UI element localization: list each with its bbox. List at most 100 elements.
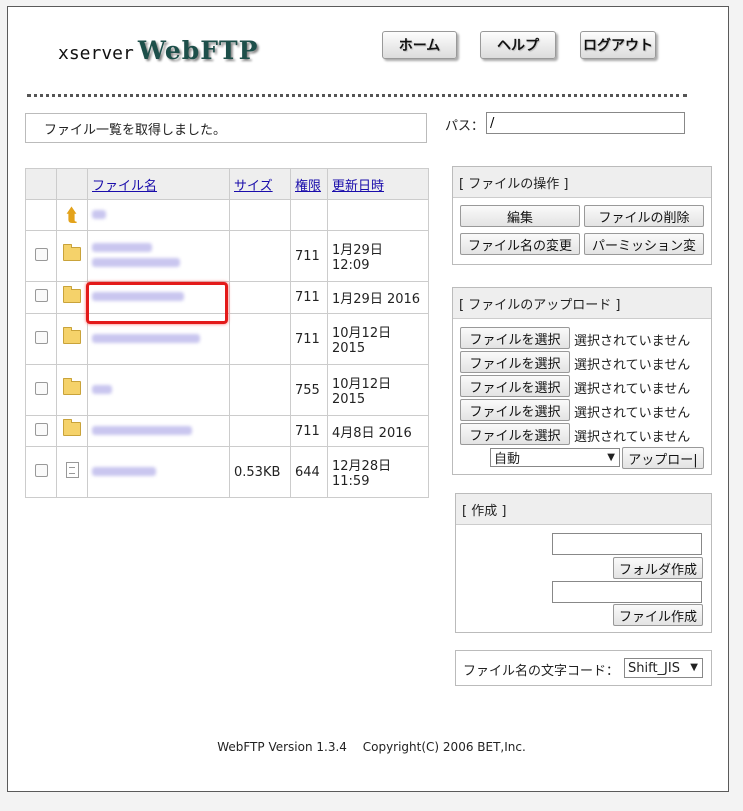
edit-button[interactable]: 編集 — [460, 205, 580, 227]
table-row[interactable]: 0.53KB 644 12月28日 11:59 — [25, 446, 429, 498]
transfer-mode-value: 自動 — [494, 452, 521, 467]
table-header-row: ファイル名 サイズ 権限 更新日時 — [25, 168, 429, 200]
delete-file-button[interactable]: ファイルの削除 — [584, 205, 704, 227]
file-ops-panel: [ ファイルの操作 ] 編集 ファイルの削除 ファイル名の変更 パーミッション変 — [452, 166, 712, 265]
no-file-label-4: 選択されていません — [574, 406, 691, 421]
file-perm: 711 — [290, 313, 328, 365]
checkbox-column-header — [25, 168, 57, 200]
file-icon[interactable] — [65, 462, 79, 478]
create-file-button[interactable]: ファイル作成 — [613, 604, 703, 626]
row-checkbox[interactable] — [34, 289, 48, 302]
path-input[interactable] — [486, 112, 685, 134]
rename-button[interactable]: ファイル名の変更 — [460, 233, 580, 255]
choose-file-button-1[interactable]: ファイルを選択 — [460, 327, 570, 349]
upload-panel: [ ファイルのアップロード ] ファイルを選択 選択されていません ファイルを選… — [452, 287, 712, 475]
file-year: 2015 — [332, 392, 366, 407]
file-table: ファイル名 サイズ 権限 更新日時 ⮬ 711 1月29日 12:09 711 1… — [25, 168, 429, 498]
chevron-down-icon: ▼ — [690, 662, 698, 673]
create-title: [ 作成 ] — [456, 494, 711, 525]
table-row[interactable]: 711 4月8日 2016 — [25, 415, 429, 447]
permission-button[interactable]: パーミッション変 — [584, 233, 704, 255]
transfer-mode-select[interactable]: 自動 ▼ — [490, 448, 620, 467]
file-size — [229, 313, 291, 365]
create-folder-button[interactable]: フォルダ作成 — [613, 557, 703, 579]
file-size: 0.53KB — [229, 446, 291, 498]
row-checkbox[interactable] — [34, 422, 48, 436]
parent-folder-icon[interactable]: ⮬ — [67, 205, 78, 226]
footer-copyright: WebFTP Version 1.3.4 Copyright(C) 2006 B… — [217, 740, 526, 754]
file-date: 10月12日 — [332, 377, 392, 392]
row-checkbox[interactable] — [34, 381, 48, 395]
file-perm: 711 — [290, 230, 328, 282]
file-size — [229, 364, 291, 416]
home-button[interactable]: ホーム — [382, 31, 457, 59]
file-perm: 755 — [290, 364, 328, 416]
upload-title: [ ファイルのアップロード ] — [453, 288, 711, 319]
logo-product: WebFTP — [137, 36, 259, 65]
folder-icon[interactable] — [63, 419, 81, 436]
sort-by-date-link[interactable]: 更新日時 — [332, 179, 384, 194]
table-row-parent[interactable]: ⮬ — [25, 199, 429, 231]
table-row[interactable]: 711 1月29日 12:09 — [25, 230, 429, 282]
create-panel: [ 作成 ] フォルダ作成 ファイル作成 — [455, 493, 712, 633]
folder-icon[interactable] — [63, 244, 81, 261]
logo-brand: xserver — [58, 43, 134, 64]
encoding-value: Shift_JIS — [628, 660, 680, 676]
folder-icon[interactable] — [63, 285, 81, 303]
file-date: 10月12日 — [332, 326, 392, 341]
size-column-header[interactable]: サイズ — [229, 168, 291, 200]
encoding-select[interactable]: Shift_JIS ▼ — [624, 658, 703, 678]
folder-name-input[interactable] — [552, 533, 702, 555]
row-checkbox[interactable] — [34, 330, 48, 344]
file-date: 1月29日 — [332, 243, 383, 258]
file-date: 12月28日 — [332, 459, 392, 474]
file-date: 1月29日 2016 — [332, 292, 421, 307]
blurred-name — [92, 425, 192, 435]
file-ops-title: [ ファイルの操作 ] — [453, 167, 711, 198]
sort-by-name-link[interactable]: ファイル名 — [92, 179, 157, 194]
no-file-label-1: 選択されていません — [574, 334, 691, 349]
name-column-header[interactable]: ファイル名 — [87, 168, 230, 200]
file-time: 11:59 — [332, 474, 370, 489]
sort-by-perm-link[interactable]: 権限 — [295, 179, 321, 194]
choose-file-button-5[interactable]: ファイルを選択 — [460, 423, 570, 445]
choose-file-button-2[interactable]: ファイルを選択 — [460, 351, 570, 373]
folder-icon[interactable] — [63, 327, 81, 344]
blurred-name — [92, 258, 180, 267]
status-message: ファイル一覧を取得しました。 — [25, 113, 427, 143]
icon-column-header — [56, 168, 88, 200]
blurred-name — [92, 333, 200, 343]
help-button[interactable]: ヘルプ — [480, 31, 556, 59]
date-column-header[interactable]: 更新日時 — [327, 168, 429, 200]
logout-button[interactable]: ログアウト — [580, 31, 656, 59]
table-row[interactable]: 755 10月12日 2015 — [25, 364, 429, 416]
file-perm: 644 — [290, 446, 328, 498]
perm-column-header[interactable]: 権限 — [290, 168, 328, 200]
no-file-label-2: 選択されていません — [574, 358, 691, 373]
upload-button[interactable]: アップロー| — [622, 447, 704, 469]
highlight-box — [86, 282, 228, 324]
file-name-input[interactable] — [552, 581, 702, 603]
blurred-name — [92, 209, 106, 219]
encoding-label: ファイル名の文字コード： — [463, 664, 620, 679]
blurred-name — [92, 384, 112, 394]
file-year: 2015 — [332, 341, 366, 356]
file-size — [229, 230, 291, 282]
file-size — [229, 415, 291, 447]
sort-by-size-link[interactable]: サイズ — [234, 179, 273, 194]
row-checkbox[interactable] — [34, 247, 48, 261]
header-divider — [27, 94, 687, 97]
file-time: 12:09 — [332, 258, 370, 273]
logo: xserver WebFTP — [58, 36, 258, 65]
path-label: パス： — [445, 119, 485, 134]
encoding-panel: ファイル名の文字コード： Shift_JIS ▼ — [455, 650, 712, 686]
choose-file-button-4[interactable]: ファイルを選択 — [460, 399, 570, 421]
file-size — [229, 281, 291, 314]
file-date: 4月8日 2016 — [332, 425, 412, 441]
chevron-down-icon: ▼ — [607, 452, 615, 463]
row-checkbox[interactable] — [34, 463, 48, 477]
folder-icon[interactable] — [63, 378, 81, 395]
choose-file-button-3[interactable]: ファイルを選択 — [460, 375, 570, 397]
file-perm: 711 — [290, 415, 328, 447]
file-perm: 711 — [290, 281, 328, 314]
